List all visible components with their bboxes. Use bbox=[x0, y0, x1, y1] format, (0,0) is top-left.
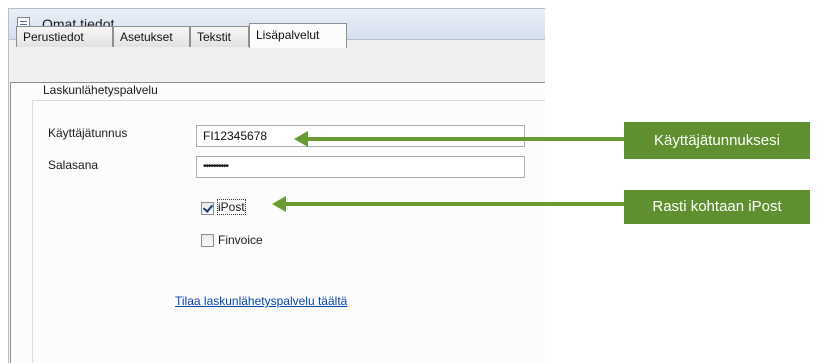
ipost-checkbox[interactable] bbox=[201, 202, 214, 215]
password-label: Salasana bbox=[48, 158, 99, 172]
tab-lisapalvelut[interactable]: Lisäpalvelut bbox=[249, 23, 347, 48]
ipost-label[interactable]: iPost bbox=[217, 199, 246, 215]
omat-tiedot-window: Omat tiedot Perustiedot Asetukset Teksti… bbox=[8, 8, 545, 363]
finvoice-checkbox[interactable] bbox=[201, 234, 214, 247]
tab-tekstit[interactable]: Tekstit bbox=[190, 26, 249, 47]
password-field[interactable]: •••••••••• bbox=[196, 156, 525, 178]
order-service-link[interactable]: Tilaa laskunlähetyspalvelu täältä bbox=[175, 294, 347, 308]
finvoice-label[interactable]: Finvoice bbox=[218, 233, 263, 247]
callout-username: Käyttäjätunnuksesi bbox=[624, 122, 810, 159]
tab-asetukset[interactable]: Asetukset bbox=[113, 26, 190, 47]
username-field[interactable]: FI12345678 bbox=[196, 125, 525, 147]
username-label: Käyttäjätunnus bbox=[48, 126, 128, 140]
tab-perustiedot[interactable]: Perustiedot bbox=[16, 26, 113, 47]
callout-arrow-username bbox=[306, 137, 626, 141]
callout-ipost: Rasti kohtaan iPost bbox=[624, 190, 810, 224]
group-legend: Laskunlähetyspalvelu bbox=[40, 83, 161, 97]
callout-arrow-ipost bbox=[284, 202, 626, 206]
